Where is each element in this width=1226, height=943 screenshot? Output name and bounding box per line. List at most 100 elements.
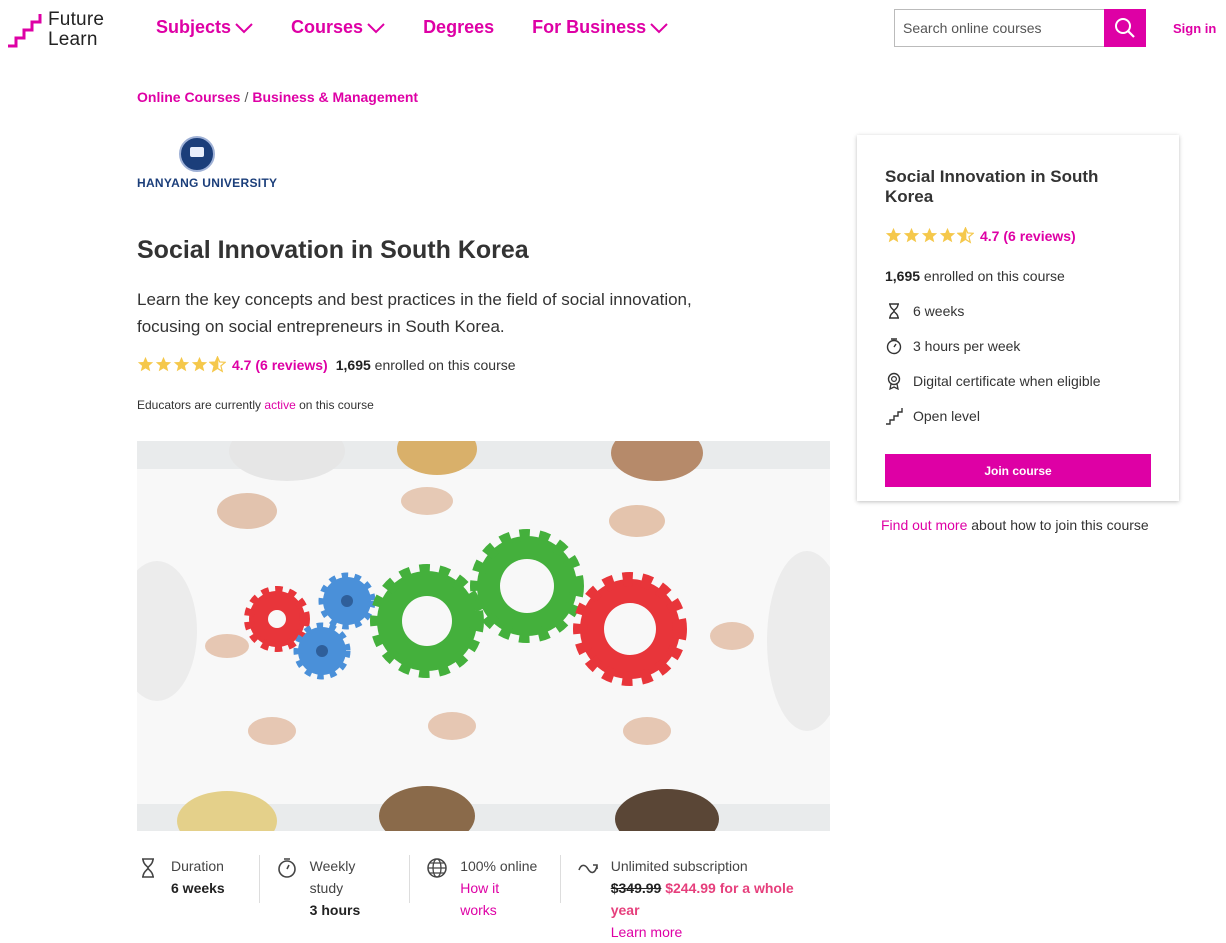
find-out-more-text: Find out more about how to join this cou… (881, 517, 1149, 533)
feature-subscription: Unlimited subscription $349.99 $244.99 f… (577, 855, 814, 940)
join-course-button[interactable]: Join course (885, 454, 1151, 487)
half-star-icon (957, 227, 974, 244)
logo-text: Future Learn (48, 10, 104, 50)
feature-duration: Duration 6 weeks (137, 855, 260, 903)
nav-courses-label: Courses (291, 17, 364, 37)
chevron-down-icon (235, 22, 253, 33)
card-enrolled: 1,695 enrolled on this course (885, 268, 1151, 284)
chevron-down-icon (367, 22, 385, 33)
infinity-arrow-icon (577, 864, 598, 874)
course-summary-card: Social Innovation in South Korea 4.7 (6 … (857, 135, 1179, 501)
main-nav: Subjects Courses Degrees For Business (156, 17, 706, 38)
card-item-certificate-label: Digital certificate when eligible (913, 372, 1101, 389)
educators-active-link[interactable]: active (264, 398, 295, 412)
course-title: Social Innovation in South Korea (137, 236, 529, 264)
new-price-period: year (610, 902, 640, 918)
nav-subjects[interactable]: Subjects (156, 17, 253, 38)
card-item-certificate: Digital certificate when eligible (885, 372, 1151, 390)
logo-line-1: Future (48, 9, 105, 30)
course-description: Learn the key concepts and best practice… (137, 290, 692, 336)
card-rating-row: 4.7 (6 reviews) (885, 227, 1151, 244)
stairs-icon (886, 407, 903, 425)
site-header: Future Learn Subjects Courses Degrees Fo… (0, 0, 1226, 60)
star-icon (137, 356, 154, 372)
search-input[interactable] (895, 10, 1104, 46)
nav-degrees[interactable]: Degrees (423, 17, 494, 38)
course-hero-image (137, 441, 830, 831)
card-item-level-label: Open level (913, 407, 980, 424)
star-icon (173, 356, 190, 372)
feature-online: 100% online How it works (426, 855, 561, 918)
duration-label: Duration (171, 858, 224, 874)
star-icon (191, 356, 208, 372)
how-it-works-link[interactable]: How it (460, 880, 499, 896)
weekly-label-2: study (309, 880, 344, 896)
certificate-icon (887, 372, 901, 390)
new-price: $244.99 for a whole (665, 880, 794, 896)
breadcrumb-separator: / (244, 89, 249, 105)
breadcrumb: Online Courses / Business & Management (137, 89, 418, 105)
search-bar (894, 9, 1146, 47)
educators-pre: Educators are currently (137, 398, 265, 412)
card-enrolled-number: 1,695 (885, 268, 921, 284)
hourglass-icon (889, 302, 899, 319)
rating-stars (885, 227, 974, 244)
enrolled-number: 1,695 (335, 356, 371, 373)
card-item-duration: 6 weeks (885, 302, 1151, 319)
duration-value: 6 weeks (171, 880, 225, 896)
how-it-works-link-2[interactable]: works (460, 902, 497, 918)
search-icon (1115, 18, 1135, 38)
half-star-icon (209, 356, 226, 373)
hourglass-icon (142, 858, 154, 878)
card-title: Social Innovation in South Korea (885, 167, 1099, 206)
reviews-link[interactable]: 4.7 (6 reviews) (232, 357, 328, 373)
find-out-more-suffix: about how to join this course (967, 517, 1149, 533)
card-item-hours: 3 hours per week (885, 337, 1151, 354)
chevron-down-icon (650, 22, 668, 33)
nav-courses[interactable]: Courses (291, 17, 385, 38)
nav-for-business-label: For Business (532, 17, 647, 37)
nav-for-business[interactable]: For Business (532, 17, 668, 38)
star-icon (939, 227, 956, 243)
enrolled-suffix: enrolled on this course (370, 356, 516, 373)
feature-weekly-study: Weekly study 3 hours (276, 855, 411, 918)
educators-post: on this course (295, 398, 374, 412)
logo-line-2: Learn (48, 29, 98, 50)
find-out-more-link[interactable]: Find out more (881, 517, 967, 533)
old-price: $349.99 (610, 880, 662, 896)
card-reviews-link[interactable]: 4.7 (6 reviews) (980, 228, 1076, 244)
star-icon (155, 356, 172, 372)
stopwatch-icon (277, 858, 296, 878)
red-gear-large (573, 572, 687, 686)
card-item-level: Open level (885, 407, 1151, 425)
logo-stairs-icon (8, 14, 42, 48)
university-seal-icon (179, 136, 215, 172)
university-name: HANYANG UNIVERSITY (137, 176, 278, 190)
star-icon (903, 227, 920, 243)
futurelearn-logo[interactable]: Future Learn (6, 10, 104, 50)
card-item-hours-label: 3 hours per week (913, 337, 1021, 354)
enrolled-count: 1,695 enrolled on this course (336, 357, 516, 373)
breadcrumb-business-management[interactable]: Business & Management (252, 89, 418, 105)
search-button[interactable] (1104, 9, 1146, 47)
star-icon (921, 227, 938, 243)
stopwatch-icon (886, 337, 902, 354)
nav-subjects-label: Subjects (156, 17, 232, 37)
educators-status: Educators are currently active on this c… (137, 398, 374, 412)
learn-more-link[interactable]: Learn more (611, 924, 683, 940)
sign-in-link[interactable]: Sign in (1173, 21, 1216, 36)
weekly-label-1: Weekly (309, 858, 356, 874)
card-enrolled-suffix: enrolled on this course (920, 268, 1065, 284)
breadcrumb-online-courses[interactable]: Online Courses (137, 89, 240, 105)
online-label: 100% online (460, 858, 538, 874)
star-icon (885, 227, 902, 243)
weekly-value: 3 hours (309, 902, 361, 918)
course-rating-row: 4.7 (6 reviews) 1,695 enrolled on this c… (137, 356, 516, 373)
card-item-duration-label: 6 weeks (913, 302, 965, 319)
subscription-label: Unlimited subscription (610, 858, 748, 874)
rating-stars (137, 356, 226, 373)
nav-degrees-label: Degrees (423, 17, 495, 37)
university-logo[interactable]: HANYANG UNIVERSITY (137, 136, 277, 192)
globe-icon (427, 858, 447, 878)
course-features-bar: Duration 6 weeks Weekly study 3 hours 10… (137, 855, 830, 943)
